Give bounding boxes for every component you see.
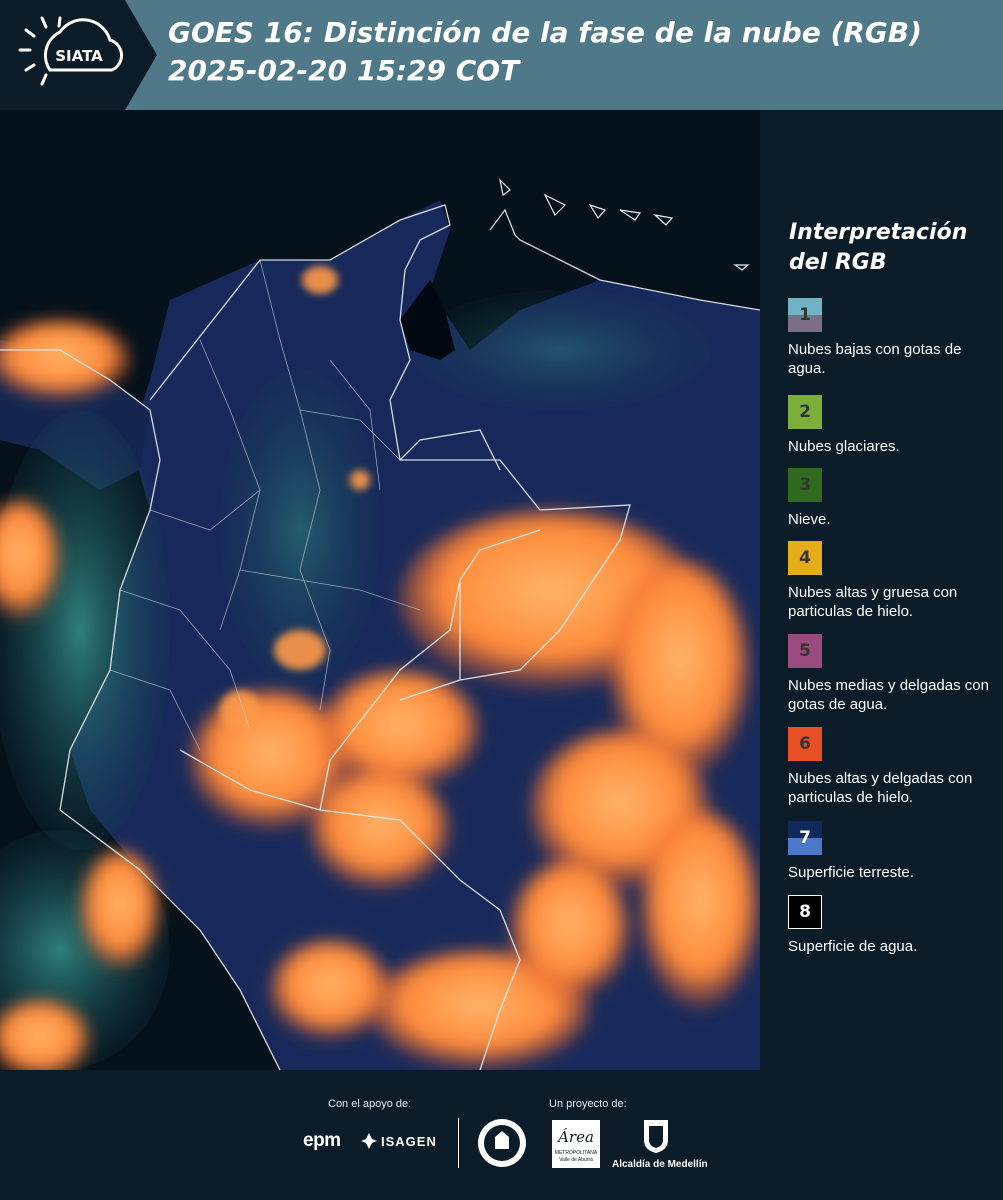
legend-item-7: 7 Superficie terreste.	[788, 821, 998, 882]
project-caption: Un proyecto de:	[549, 1098, 627, 1110]
legend-item-8: 8 Superficie de agua.	[788, 895, 998, 956]
area-logo-text: Área	[558, 1128, 594, 1146]
legend-swatch-6: 6	[788, 727, 822, 761]
legend-item-1: 1 Nubes bajas con gotas de agua.	[788, 298, 998, 378]
footer: Con el apoyo de: Un proyecto de: epm ISA…	[0, 1070, 1003, 1200]
legend-swatch-8: 8	[788, 895, 822, 929]
siata-seal-icon	[478, 1119, 526, 1167]
header-bar: SIATA GOES 16: Distinción de la fase de …	[0, 0, 1003, 110]
isagen-icon	[361, 1133, 377, 1149]
footer-separator	[458, 1118, 459, 1168]
legend-swatch-2: 2	[788, 395, 822, 429]
legend-label-8: Superficie de agua.	[788, 938, 918, 955]
legend-item-3: 3 Nieve.	[788, 468, 998, 529]
legend-swatch-1: 1	[788, 298, 822, 332]
legend-item-4: 4 Nubes altas y gruesa con particulas de…	[788, 541, 998, 621]
siata-logo-text: SIATA	[55, 47, 103, 65]
legend-swatch-3: 3	[788, 468, 822, 502]
legend-item-2: 2 Nubes glaciares.	[788, 395, 998, 456]
alcaldia-shield-icon	[644, 1120, 668, 1153]
area-metropolitana-logo: Área METROPOLITANA Valle de Aburrá	[552, 1120, 600, 1168]
legend-label-6: Nubes altas y delgadas con particulas de…	[788, 770, 973, 806]
legend-label-2: Nubes glaciares.	[788, 438, 900, 455]
area-logo-subtitle-1: METROPOLITANA	[554, 1150, 598, 1156]
legend-label-1: Nubes bajas con gotas de agua.	[788, 341, 962, 377]
legend-item-5: 5 Nubes medias y delgadas con gotas de a…	[788, 634, 998, 714]
isagen-logo: ISAGEN	[381, 1134, 437, 1149]
legend-swatch-4: 4	[788, 541, 822, 575]
alcaldia-label: Alcaldía de Medellín	[612, 1159, 708, 1170]
page-title: GOES 16: Distinción de la fase de la nub…	[168, 16, 922, 87]
legend-label-3: Nieve.	[788, 511, 831, 528]
legend-swatch-5: 5	[788, 634, 822, 668]
legend-panel: Interpretación del RGB 1 Nubes bajas con…	[760, 110, 1003, 1070]
legend-item-6: 6 Nubes altas y delgadas con particulas …	[788, 727, 998, 807]
legend-swatch-7: 7	[788, 821, 822, 855]
siata-logo-panel: SIATA	[0, 0, 157, 110]
satellite-image	[0, 110, 760, 1070]
epm-logo: epm	[303, 1130, 341, 1151]
area-logo-subtitle-2: Valle de Aburrá	[559, 1157, 593, 1163]
legend-label-4: Nubes altas y gruesa con particulas de h…	[788, 584, 958, 620]
support-caption: Con el apoyo de:	[328, 1098, 412, 1110]
legend-title: Interpretación del RGB	[789, 220, 968, 275]
legend-label-7: Superficie terreste.	[788, 864, 914, 881]
legend-label-5: Nubes medias y delgadas con gotas de agu…	[788, 677, 989, 713]
satellite-map	[0, 110, 760, 1070]
